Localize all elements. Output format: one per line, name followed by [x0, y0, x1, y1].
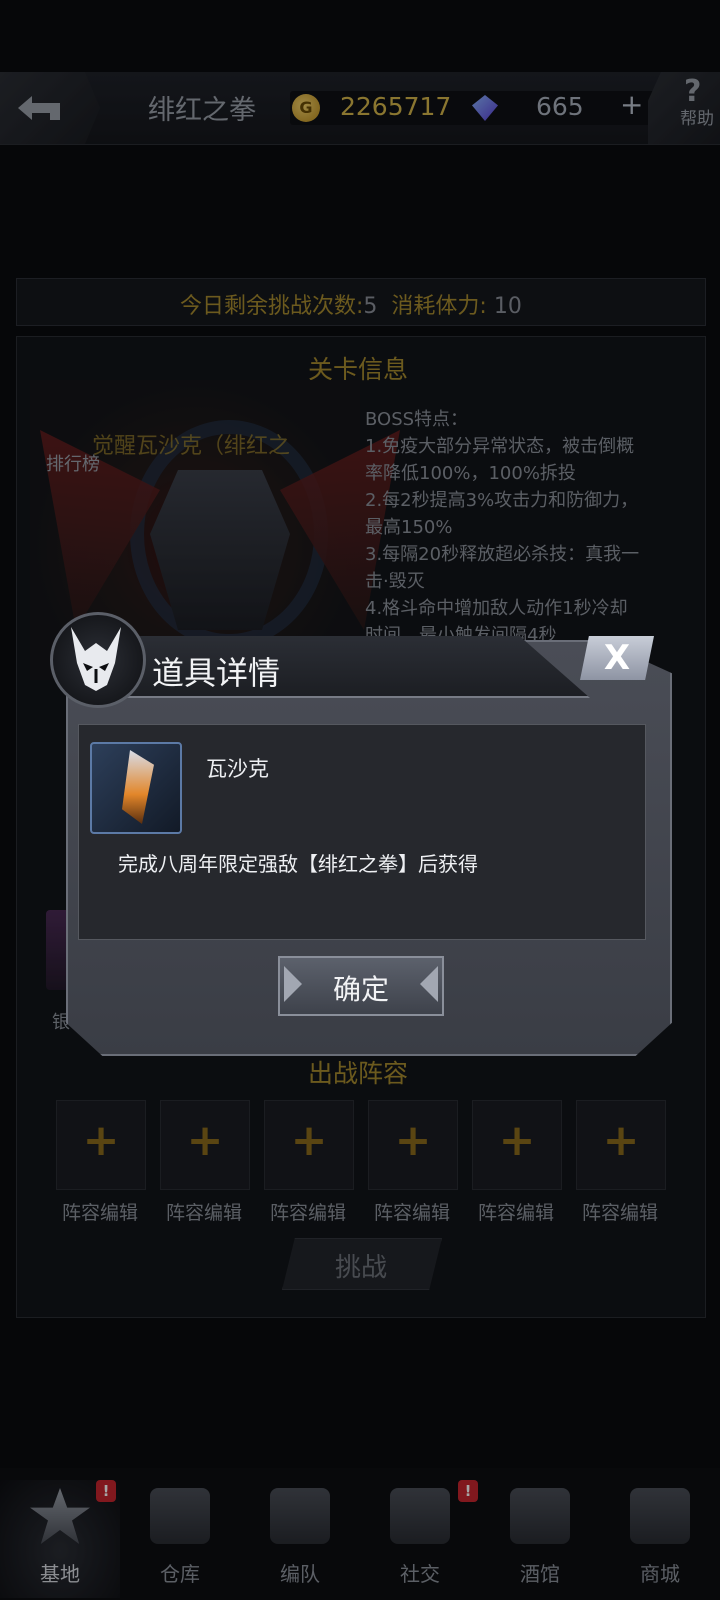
- close-button[interactable]: X: [580, 636, 654, 680]
- mech-emblem-icon: [50, 612, 146, 708]
- confirm-label: 确定: [332, 973, 389, 1006]
- item-name: 瓦沙克: [206, 757, 269, 781]
- blade-icon: [122, 750, 154, 824]
- close-icon: X: [603, 638, 631, 678]
- item-description: 完成八周年限定强敌【绯红之拳】后获得: [118, 852, 478, 876]
- confirm-button[interactable]: 确定: [278, 956, 444, 1016]
- modal-title: 道具详情: [152, 654, 281, 692]
- item-icon: [90, 742, 182, 834]
